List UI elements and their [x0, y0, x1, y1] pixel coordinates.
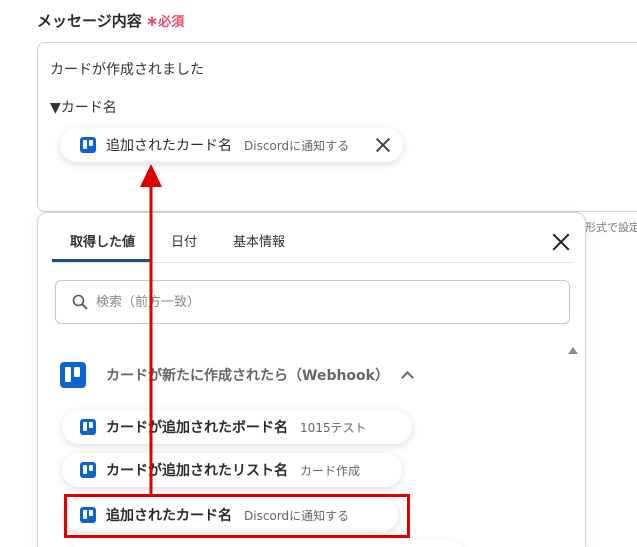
- search-input[interactable]: [96, 291, 556, 313]
- side-note: 形式で設定: [585, 221, 637, 234]
- item-label: カードが追加されたボード名: [106, 420, 288, 436]
- message-line-1: カードが作成されました: [50, 62, 204, 78]
- chip-label: 追加されたカード名: [106, 138, 232, 154]
- item-label: カードが追加されたリスト名: [106, 463, 288, 479]
- required-mark: ∗: [145, 12, 159, 30]
- trello-icon: [60, 362, 86, 388]
- tab-date[interactable]: 日付: [171, 231, 197, 250]
- tab-acquired-values[interactable]: 取得した値: [70, 231, 135, 250]
- search-icon: [72, 294, 88, 310]
- trello-icon: [80, 462, 96, 478]
- variable-item-board-name[interactable]: カードが追加されたボード名 1015テスト: [62, 410, 412, 444]
- tab-basic-info[interactable]: 基本情報: [233, 231, 285, 250]
- highlight-box: [64, 494, 410, 538]
- trello-icon: [80, 419, 96, 435]
- tab-bar: 取得した値 日付 基本情報: [52, 213, 573, 263]
- active-tab-indicator: [52, 259, 151, 262]
- message-line-2: ▼カード名: [50, 100, 117, 116]
- section-title: カードが新たに作成されたら（Webhook）: [106, 368, 389, 384]
- item-sample-value: カード作成: [300, 463, 361, 478]
- item-sample-value: 1015テスト: [300, 420, 367, 435]
- message-textarea[interactable]: カードが作成されました ▼カード名: [37, 42, 637, 212]
- search-box[interactable]: [55, 280, 570, 324]
- required-text: 必須: [158, 15, 185, 30]
- scroll-up-arrow[interactable]: [568, 347, 578, 354]
- trello-icon: [80, 137, 96, 153]
- close-icon[interactable]: [375, 137, 391, 153]
- chip-sub-label: Discordに通知する: [244, 138, 350, 153]
- inserted-variable-chip[interactable]: 追加されたカード名 Discordに通知する: [60, 128, 403, 162]
- close-icon[interactable]: [552, 233, 570, 251]
- variable-item-list-name[interactable]: カードが追加されたリスト名 カード作成: [62, 453, 402, 487]
- message-field-label: メッセージ内容 ∗必須: [37, 10, 184, 31]
- field-label-text: メッセージ内容: [37, 12, 142, 30]
- variable-item-partial[interactable]: [70, 540, 465, 547]
- section-header-webhook[interactable]: カードが新たに作成されたら（Webhook）: [60, 362, 460, 388]
- chevron-up-icon[interactable]: [401, 371, 414, 384]
